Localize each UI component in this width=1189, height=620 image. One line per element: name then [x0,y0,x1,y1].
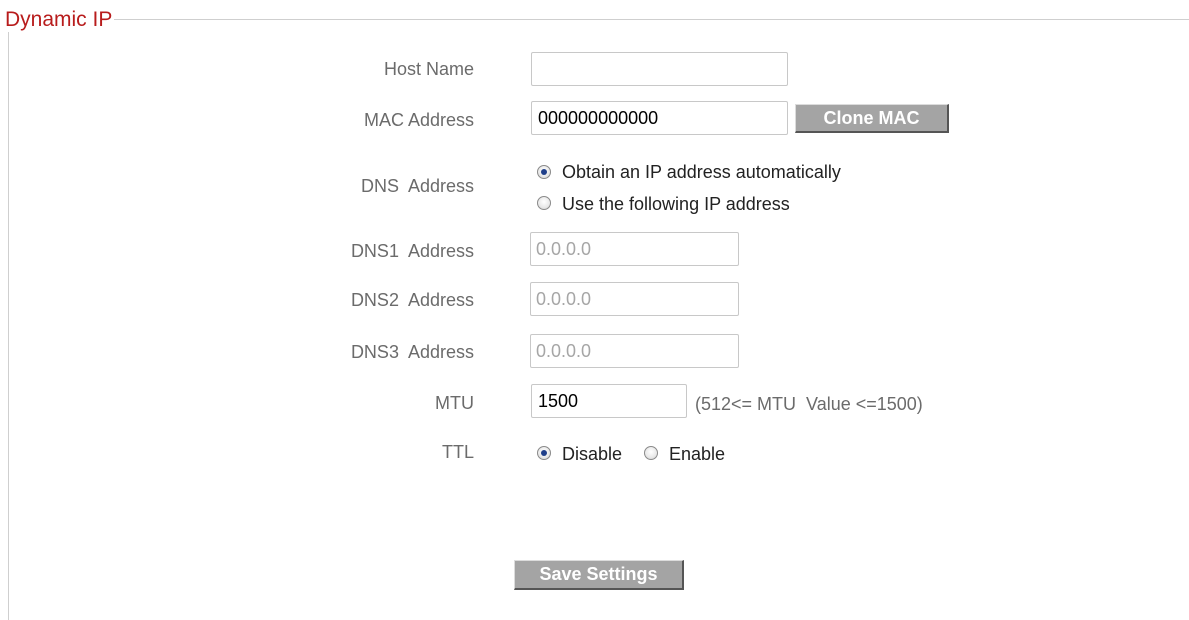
clone-mac-button[interactable]: Clone MAC [795,104,949,133]
ttl-disable-radio[interactable] [537,446,551,460]
section-legend: Dynamic IP [3,8,115,32]
dns-auto-option-label[interactable]: Obtain an IP address automatically [562,161,841,183]
mtu-range-hint: (512<= MTU Value <=1500) [695,394,923,414]
dns-auto-radio[interactable] [537,165,551,179]
ttl-disable-option-label[interactable]: Disable [562,443,622,465]
dns1-address-input[interactable] [530,232,739,266]
dns-manual-radio[interactable] [537,196,551,210]
dns-manual-option-label[interactable]: Use the following IP address [562,193,790,215]
dns3-address-label: DNS3 Address [350,342,474,362]
dns-address-label: DNS Address [360,176,474,196]
mtu-label: MTU [435,393,474,413]
host-name-input[interactable] [531,52,788,86]
dns3-address-input[interactable] [530,334,739,368]
mac-address-input[interactable] [531,101,788,135]
mac-address-label: MAC Address [363,110,474,130]
ttl-label: TTL [441,442,474,462]
mtu-input[interactable] [531,384,687,418]
ttl-enable-option-label[interactable]: Enable [669,443,725,465]
dns2-address-label: DNS2 Address [350,290,474,310]
dns1-address-label: DNS1 Address [350,241,474,261]
save-settings-button[interactable]: Save Settings [514,560,684,590]
host-name-label: Host Name [383,59,474,79]
dns2-address-input[interactable] [530,282,739,316]
ttl-enable-radio[interactable] [644,446,658,460]
